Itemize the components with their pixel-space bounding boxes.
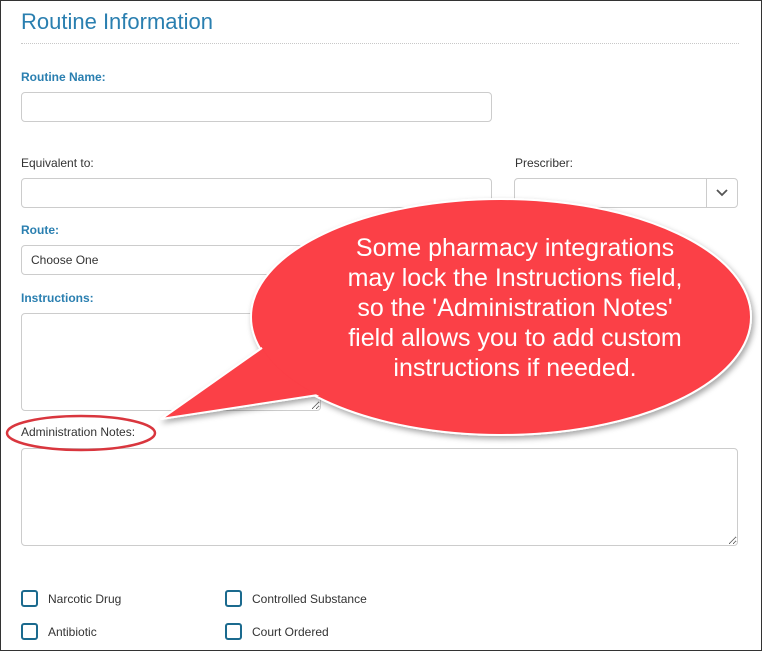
callout-line: field allows you to add custom — [348, 324, 682, 352]
routine-information-panel: Routine Information Routine Name: Equiva… — [0, 0, 762, 651]
callout-line: so the 'Administration Notes' — [357, 294, 673, 322]
callout-line: Some pharmacy integrations — [355, 234, 675, 262]
callout-line: instructions if needed. — [393, 354, 637, 382]
callout-line: may lock the Instructions field, — [347, 264, 683, 292]
callout-text: Some pharmacy integrations may lock the … — [275, 233, 755, 383]
highlight-ellipse — [5, 414, 157, 452]
